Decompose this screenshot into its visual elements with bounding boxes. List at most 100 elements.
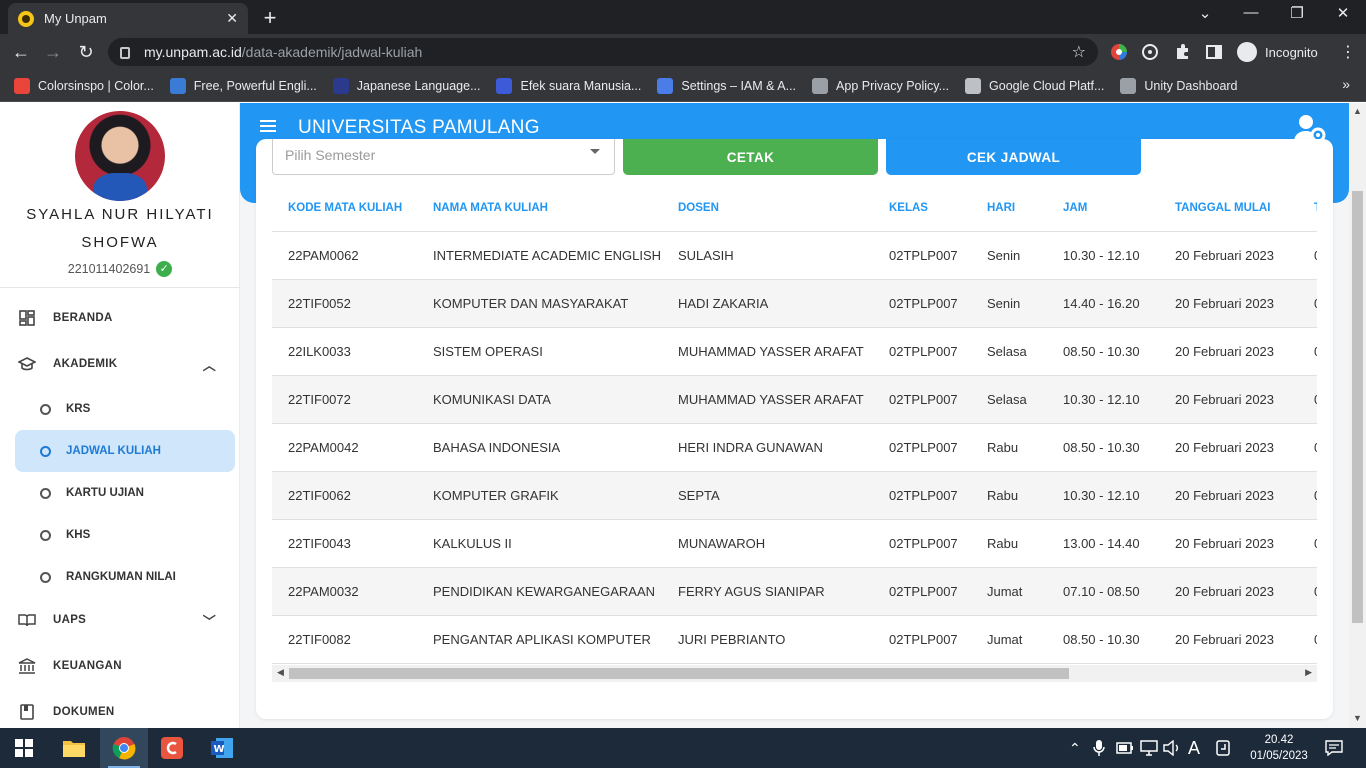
sidebar-subitem-rangkuman-nilai[interactable]: RANGKUMAN NILAI bbox=[15, 556, 235, 598]
cek-jadwal-button[interactable]: CEK JADWAL bbox=[886, 139, 1141, 175]
table-cell: 0 bbox=[1298, 231, 1317, 280]
table-cell: Senin bbox=[971, 279, 1047, 328]
hamburger-menu-icon[interactable] bbox=[260, 120, 276, 135]
chrome-taskbar-icon[interactable] bbox=[100, 728, 148, 768]
battery-icon[interactable] bbox=[1116, 728, 1134, 768]
browser-tab[interactable]: My Unpam ✕ bbox=[8, 3, 248, 34]
table-row[interactable]: 22TIF0082 PENGANTAR APLIKASI KOMPUTER JURI… bbox=[272, 615, 1317, 664]
column-header[interactable]: T bbox=[1298, 185, 1317, 232]
minimize-button[interactable]: — bbox=[1228, 4, 1274, 21]
horizontal-scroll-thumb[interactable] bbox=[289, 668, 1069, 679]
vertical-scroll-thumb[interactable] bbox=[1352, 191, 1363, 623]
table-row[interactable]: 22TIF0062 KOMPUTER GRAFIK SEPTA 02TPLP007 Ra… bbox=[272, 471, 1317, 520]
bookmark-item[interactable]: Efek suara Manusia... bbox=[496, 77, 641, 94]
document-icon bbox=[18, 703, 36, 721]
incognito-profile-button[interactable]: Incognito bbox=[1233, 39, 1328, 65]
tab-close-icon[interactable]: ✕ bbox=[226, 10, 238, 27]
table-cell: MUNAWAROH bbox=[662, 519, 873, 568]
bookmark-star-icon[interactable]: ☆ bbox=[1072, 42, 1086, 62]
table-cell: HADI ZAKARIA bbox=[662, 279, 873, 328]
table-cell: 0 bbox=[1298, 423, 1317, 472]
scroll-left-arrow-icon[interactable]: ◀ bbox=[277, 667, 284, 678]
table-row[interactable]: 22PAM0062 INTERMEDIATE ACADEMIC ENGLISH SU… bbox=[272, 231, 1317, 280]
column-header[interactable]: KELAS bbox=[873, 185, 971, 232]
forward-arrow-icon[interactable]: → bbox=[40, 39, 66, 65]
sidebar-subitem-khs[interactable]: KHS bbox=[15, 514, 235, 556]
table-cell: 0 bbox=[1298, 567, 1317, 616]
bookmark-item[interactable]: Unity Dashboard bbox=[1120, 77, 1238, 94]
column-header[interactable]: HARI bbox=[971, 185, 1047, 232]
sidebar-item-beranda[interactable]: BERANDA bbox=[0, 298, 240, 338]
bookmark-label: Free, Powerful Engli... bbox=[193, 78, 317, 93]
side-panel-icon[interactable] bbox=[1205, 43, 1223, 61]
bookmark-item[interactable]: App Privacy Policy... bbox=[812, 77, 949, 94]
close-window-button[interactable]: ✕ bbox=[1320, 4, 1366, 22]
chrome-menu-icon[interactable]: ⋮ bbox=[1340, 42, 1356, 62]
bookmark-item[interactable]: Colorsinspo | Color... bbox=[14, 77, 154, 94]
sidebar-subitem-kartu-ujian[interactable]: KARTU UJIAN bbox=[15, 472, 235, 514]
table-row[interactable]: 22PAM0042 BAHASA INDONESIA HERI INDRA GUNA… bbox=[272, 423, 1317, 472]
maximize-button[interactable]: ❐ bbox=[1274, 4, 1320, 22]
table-cell: 0 bbox=[1298, 375, 1317, 424]
vertical-scrollbar[interactable]: ▲ ▼ bbox=[1349, 103, 1366, 728]
canva-icon[interactable] bbox=[148, 728, 196, 768]
bookmark-label: Google Cloud Platf... bbox=[989, 78, 1105, 93]
tab-search-icon[interactable]: ⌄ bbox=[1182, 4, 1228, 22]
column-header[interactable]: TANGGAL MULAI bbox=[1159, 185, 1298, 232]
sidebar-item-akademik[interactable]: AKADEMIK ︿ bbox=[0, 344, 240, 384]
table-cell: 0 bbox=[1298, 615, 1317, 664]
schedule-table-container[interactable]: KODE MATA KULIAH NAMA MATA KULIAH DOSEN … bbox=[272, 185, 1317, 665]
chevron-down-icon[interactable]: ﹀ bbox=[203, 611, 216, 630]
scroll-down-arrow-icon[interactable]: ▼ bbox=[1353, 713, 1362, 723]
file-explorer-icon[interactable] bbox=[50, 728, 98, 768]
cetak-button[interactable]: CETAK bbox=[623, 139, 878, 175]
semester-placeholder: Pilih Semester bbox=[285, 147, 376, 163]
back-arrow-icon[interactable]: ← bbox=[8, 39, 34, 65]
edge-extension-icon[interactable] bbox=[1141, 43, 1159, 61]
input-method-icon[interactable]: A bbox=[1188, 728, 1200, 768]
column-header[interactable]: NAMA MATA KULIAH bbox=[417, 185, 662, 232]
sidebar-subitem-jadwal-kuliah[interactable]: JADWAL KULIAH bbox=[15, 430, 235, 472]
sidebar-item-dokumen[interactable]: DOKUMEN bbox=[0, 692, 240, 728]
reload-icon[interactable]: ↻ bbox=[73, 39, 99, 65]
extensions-puzzle-icon[interactable] bbox=[1173, 43, 1191, 61]
bookmarks-overflow-icon[interactable]: » bbox=[1342, 76, 1350, 92]
table-row[interactable]: 22ILK0033 SISTEM OPERASI MUHAMMAD YASSER A… bbox=[272, 327, 1317, 376]
table-row[interactable]: 22TIF0043 KALKULUS II MUNAWAROH 02TPLP007 Ra… bbox=[272, 519, 1317, 568]
colorzilla-extension-icon[interactable] bbox=[1110, 43, 1128, 61]
scroll-up-arrow-icon[interactable]: ▲ bbox=[1353, 106, 1362, 116]
sidebar-subitem-krs[interactable]: KRS bbox=[15, 388, 235, 430]
bookmark-item[interactable]: Free, Powerful Engli... bbox=[169, 77, 317, 94]
semester-select[interactable]: Pilih Semester bbox=[272, 139, 615, 175]
chevron-up-icon[interactable]: ︿ bbox=[203, 355, 216, 374]
bookmark-item[interactable]: Japanese Language... bbox=[332, 77, 480, 94]
table-row[interactable]: 22TIF0072 KOMUNIKASI DATA MUHAMMAD YASSER … bbox=[272, 375, 1317, 424]
avatar bbox=[75, 111, 165, 201]
address-bar[interactable]: my.unpam.ac.id/data-akademik/jadwal-kuli… bbox=[108, 38, 1098, 66]
column-header[interactable]: KODE MATA KULIAH bbox=[272, 185, 417, 232]
windows-start-icon[interactable] bbox=[0, 728, 48, 768]
sidebar-subitem-label: KHS bbox=[66, 529, 91, 541]
microphone-icon[interactable] bbox=[1093, 728, 1105, 768]
bookmark-item[interactable]: Google Cloud Platf... bbox=[965, 77, 1105, 94]
new-tab-button[interactable]: + bbox=[258, 5, 282, 31]
volume-icon[interactable] bbox=[1163, 728, 1181, 768]
url-path: /data-akademik/jadwal-kuliah bbox=[241, 44, 423, 60]
onedrive-status-icon[interactable] bbox=[1216, 728, 1230, 768]
horizontal-scrollbar[interactable]: ◀ ▶ bbox=[272, 665, 1317, 682]
tray-overflow-icon[interactable]: ⌃ bbox=[1069, 728, 1081, 768]
column-header[interactable]: JAM bbox=[1047, 185, 1159, 232]
bookmark-item[interactable]: Settings – IAM & A... bbox=[657, 77, 796, 94]
table-row[interactable]: 22PAM0032 PENDIDIKAN KEWARGANEGARAAN FERRY… bbox=[272, 567, 1317, 616]
sidebar-item-keuangan[interactable]: KEUANGAN bbox=[0, 646, 240, 686]
table-cell: 10.30 - 12.10 bbox=[1047, 231, 1159, 280]
network-icon[interactable] bbox=[1140, 728, 1158, 768]
taskbar-clock[interactable]: 20.42 01/05/2023 bbox=[1248, 732, 1310, 764]
page-title: UNIVERSITAS PAMULANG bbox=[298, 117, 540, 138]
column-header[interactable]: DOSEN bbox=[662, 185, 873, 232]
scroll-right-arrow-icon[interactable]: ▶ bbox=[1305, 667, 1312, 678]
notification-center-icon[interactable] bbox=[1325, 728, 1343, 768]
word-icon[interactable]: W bbox=[198, 728, 246, 768]
table-row[interactable]: 22TIF0052 KOMPUTER DAN MASYARAKAT HADI ZAK… bbox=[272, 279, 1317, 328]
sidebar-item-uaps[interactable]: UAPS ﹀ bbox=[0, 600, 240, 640]
